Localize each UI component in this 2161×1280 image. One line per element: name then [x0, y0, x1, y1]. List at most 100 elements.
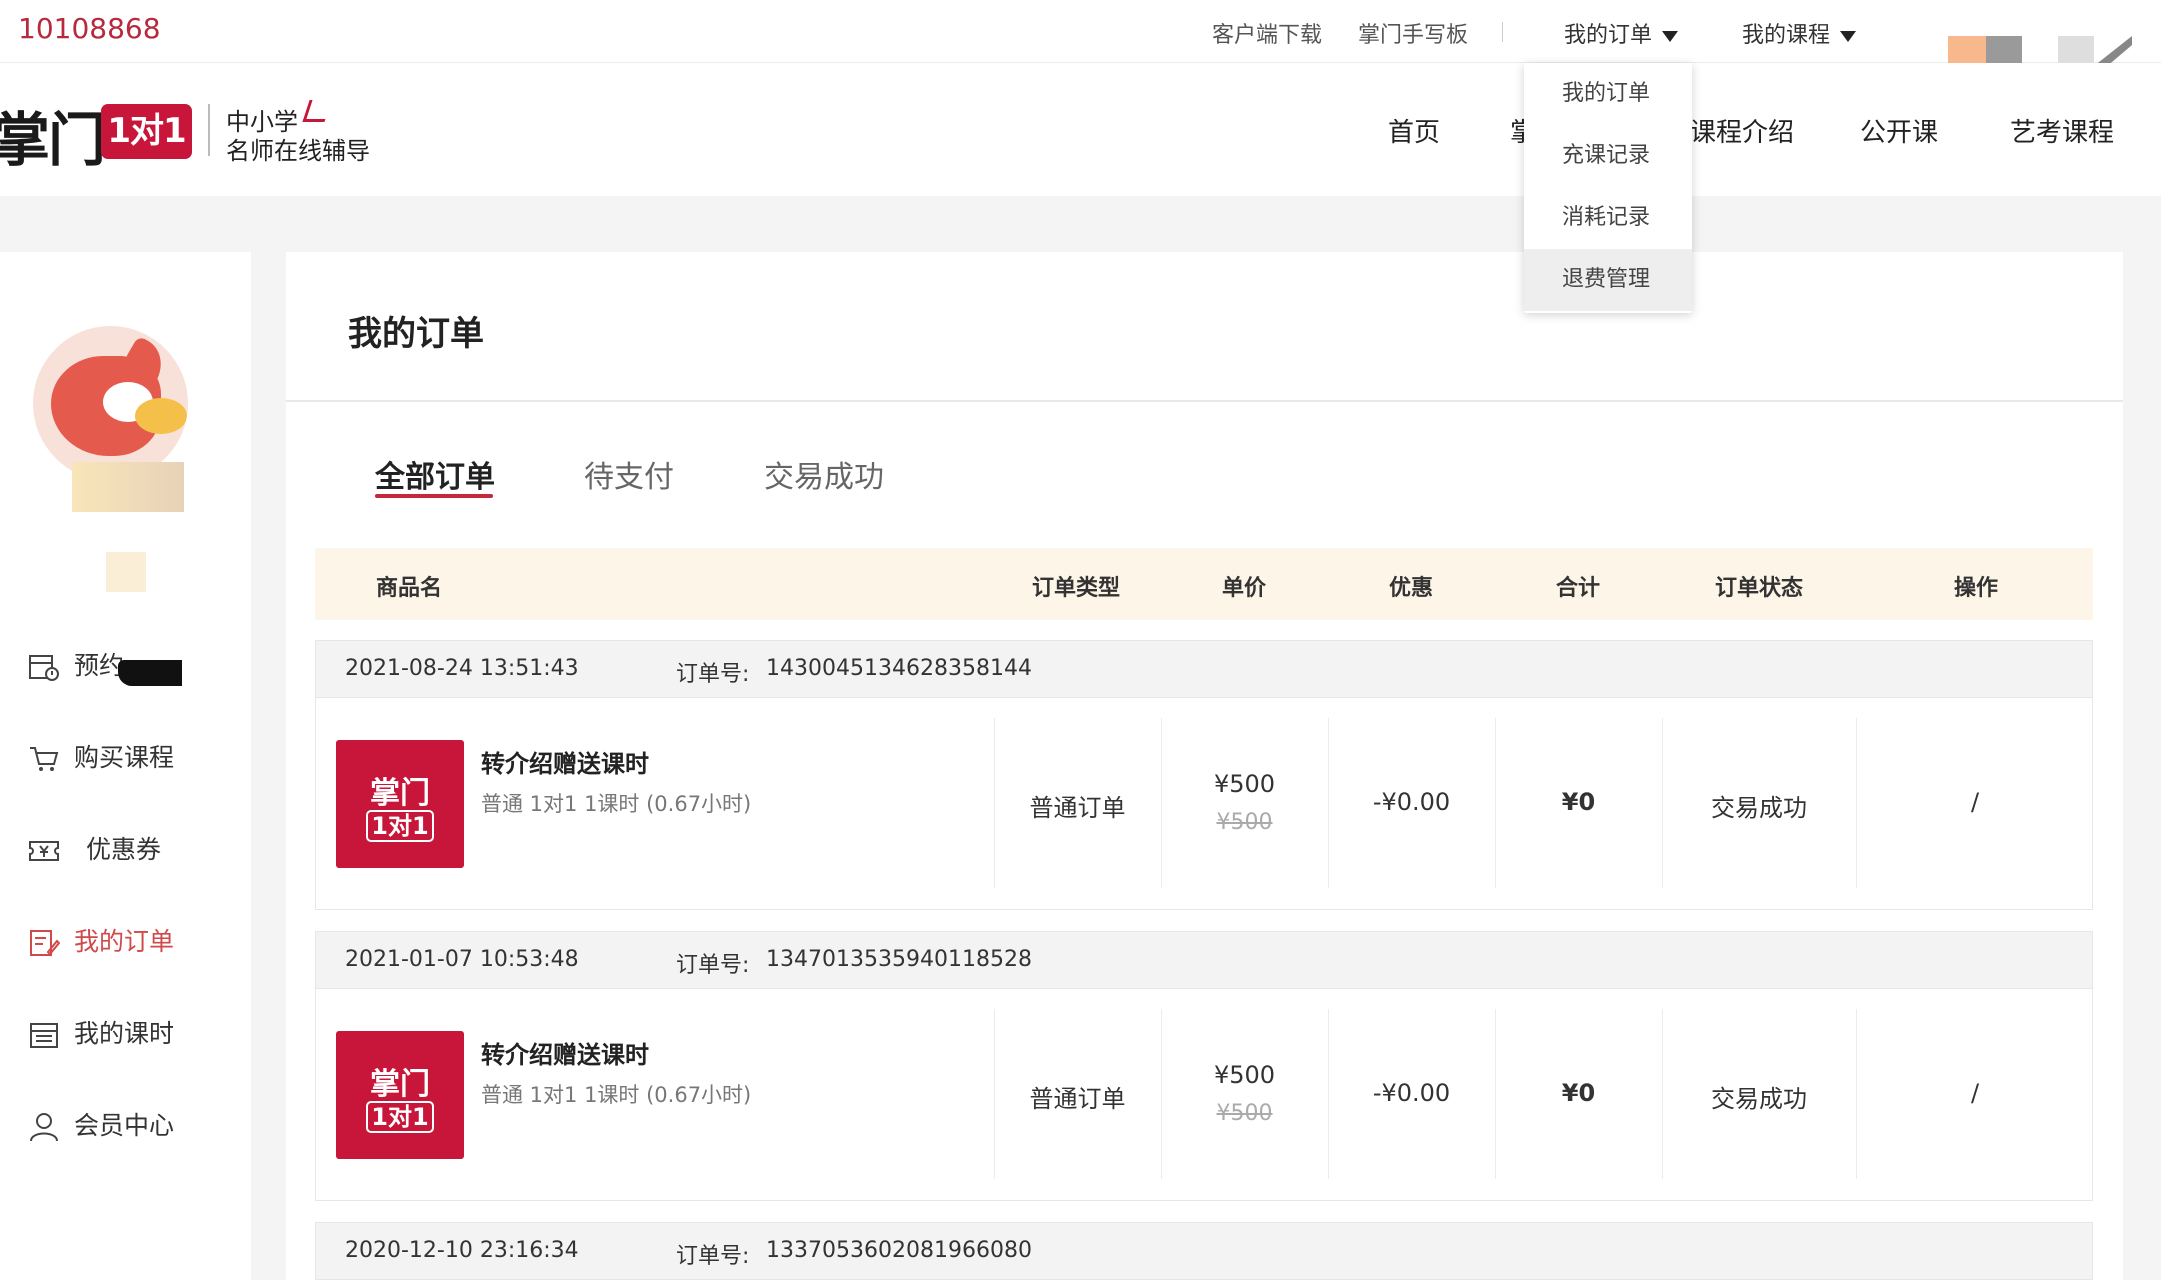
discount: -¥0.00 [1372, 788, 1451, 816]
order-edit-icon [30, 930, 60, 956]
column-header-price: 单价 [1222, 576, 1267, 601]
nav-art-exam[interactable]: 艺考课程 [2010, 112, 2114, 149]
unit-price: ¥500 [1213, 1061, 1276, 1089]
logo-tagline-2: 名师在线辅导 [226, 137, 370, 165]
caret-down-icon [1662, 30, 1679, 42]
site-header [0, 63, 2161, 196]
dropdown-item-recharge-records[interactable]: 充课记录 [1524, 125, 1692, 187]
sidebar-item-label: 我的订单 [74, 927, 175, 956]
order-number: 1347013535940118528 [766, 947, 1032, 972]
sidebar-item-buy-course[interactable]: 购买课程 [28, 738, 174, 778]
my-orders-menu-label: 我的订单 [1564, 23, 1653, 48]
active-tab-indicator [375, 494, 493, 498]
column-header-discount: 优惠 [1389, 576, 1434, 601]
sidebar-item-member-center[interactable]: 会员中心 [28, 1106, 174, 1146]
sidebar-item-my-orders[interactable]: 我的订单 [28, 922, 174, 962]
logo-divider [208, 104, 210, 156]
dropdown-item-refund-management[interactable]: 退费管理 [1524, 249, 1692, 311]
dropdown-item-my-orders[interactable]: 我的订单 [1524, 63, 1692, 125]
column-header-total: 合计 [1556, 576, 1601, 601]
order-number-label: 订单号: [676, 1244, 750, 1269]
product-name[interactable]: 转介绍赠送课时 [481, 1035, 649, 1070]
order-type: 普通订单 [1029, 1085, 1126, 1113]
product-description: 普通 1对1 1课时 (0.67小时) [481, 792, 752, 816]
nav-home[interactable]: 首页 [1388, 112, 1440, 149]
user-avatar[interactable] [33, 326, 188, 481]
column-header-status: 订单状态 [1715, 576, 1804, 601]
sidebar-item-coupon[interactable]: 优惠券 [28, 830, 161, 870]
sidebar-item-label: 购买课程 [74, 743, 175, 772]
order-time: 2021-08-24 13:51:43 [345, 656, 579, 681]
logo-text[interactable]: 掌门 [0, 93, 106, 177]
order-status: 交易成功 [1711, 1085, 1807, 1113]
column-header-type: 订单类型 [1032, 576, 1121, 601]
column-header-action: 操作 [1954, 576, 1999, 601]
order-status: 交易成功 [1711, 794, 1807, 822]
order-header: 2021-01-07 10:53:48 订单号: 134701353594011… [315, 931, 2093, 989]
nav-course-intro[interactable]: 课程介绍 [1690, 112, 1794, 149]
order-action: / [1970, 788, 1980, 816]
table-header [315, 548, 2093, 620]
order-row: 掌门 1对1 转介绍赠送课时 普通 1对1 1课时 (0.67小时) 普通订单 … [315, 698, 2093, 910]
column-header-product: 商品名 [376, 576, 443, 601]
sidebar-item-label: 会员中心 [74, 1111, 175, 1140]
orders-dropdown-menu: 我的订单 充课记录 消耗记录 退费管理 [1524, 63, 1692, 313]
column-divider [1161, 718, 1162, 888]
thumbnail-badge: 1对1 [366, 1101, 434, 1133]
order-number-label: 订单号: [676, 662, 750, 687]
tab-all-orders[interactable]: 全部订单 [375, 452, 495, 496]
product-description: 普通 1对1 1课时 (0.67小时) [481, 1083, 752, 1107]
sidebar-item-label: 预约 [74, 651, 125, 680]
order-header: 2021-08-24 13:51:43 订单号: 143004513462835… [315, 640, 2093, 698]
original-price: ¥500 [1216, 810, 1273, 835]
caret-down-icon [1840, 30, 1857, 42]
avatar-label-blur [72, 462, 184, 512]
original-price: ¥500 [1216, 1101, 1273, 1126]
tab-pending-payment[interactable]: 待支付 [584, 452, 674, 496]
order-header: 2020-12-10 23:16:34 订单号: 133705360208196… [315, 1222, 2093, 1280]
calendar-clock-icon [29, 655, 59, 681]
discount: -¥0.00 [1372, 1079, 1451, 1107]
my-orders-menu[interactable]: 我的订单 [1564, 17, 1679, 49]
product-thumbnail[interactable]: 掌门 1对1 [336, 740, 464, 868]
sidebar-item-my-hours[interactable]: 我的课时 [28, 1014, 174, 1054]
sidebar-item-label: 优惠券 [86, 835, 162, 864]
column-divider [1161, 1009, 1162, 1179]
order-number: 1337053602081966080 [766, 1238, 1032, 1263]
topbar-divider [1502, 22, 1503, 42]
redaction-mark [118, 660, 182, 686]
page-title: 我的订单 [348, 314, 484, 354]
order-number: 1430045134628358144 [766, 656, 1032, 681]
username-blur [106, 552, 146, 592]
schedule-icon [30, 1023, 58, 1048]
handwriting-board-link[interactable]: 掌门手写板 [1358, 17, 1468, 49]
order-total: ¥0 [1561, 788, 1596, 816]
product-thumbnail[interactable]: 掌门 1对1 [336, 1031, 464, 1159]
order-time: 2020-12-10 23:16:34 [345, 1238, 579, 1263]
order-time: 2021-01-07 10:53:48 [345, 947, 579, 972]
title-divider [286, 400, 2123, 402]
tab-completed[interactable]: 交易成功 [764, 452, 884, 496]
logo-badge[interactable]: 1对1 [101, 104, 192, 159]
cart-icon [30, 747, 59, 771]
order-action: / [1970, 1079, 1980, 1107]
dropdown-item-consumption-records[interactable]: 消耗记录 [1524, 187, 1692, 249]
client-download-link[interactable]: 客户端下载 [1212, 17, 1322, 49]
thumbnail-brand: 掌门 [370, 776, 430, 811]
my-courses-menu[interactable]: 我的课程 [1742, 17, 1857, 49]
order-total: ¥0 [1561, 1079, 1596, 1107]
product-name[interactable]: 转介绍赠送课时 [481, 744, 649, 779]
order-row: 掌门 1对1 转介绍赠送课时 普通 1对1 1课时 (0.67小时) 普通订单 … [315, 989, 2093, 1201]
coupon-icon [29, 841, 59, 861]
user-id: 10108868 [18, 12, 161, 45]
order-type: 普通订单 [1029, 794, 1126, 822]
nav-open-class[interactable]: 公开课 [1860, 112, 1938, 149]
order-number-label: 订单号: [676, 953, 750, 978]
unit-price: ¥500 [1213, 770, 1276, 798]
sidebar-item-booking[interactable]: 预约 [28, 646, 124, 686]
user-icon [30, 1113, 58, 1142]
thumbnail-badge: 1对1 [366, 810, 434, 842]
thumbnail-brand: 掌门 [370, 1067, 430, 1102]
sidebar-item-label: 我的课时 [74, 1019, 175, 1048]
my-courses-menu-label: 我的课程 [1742, 23, 1831, 48]
